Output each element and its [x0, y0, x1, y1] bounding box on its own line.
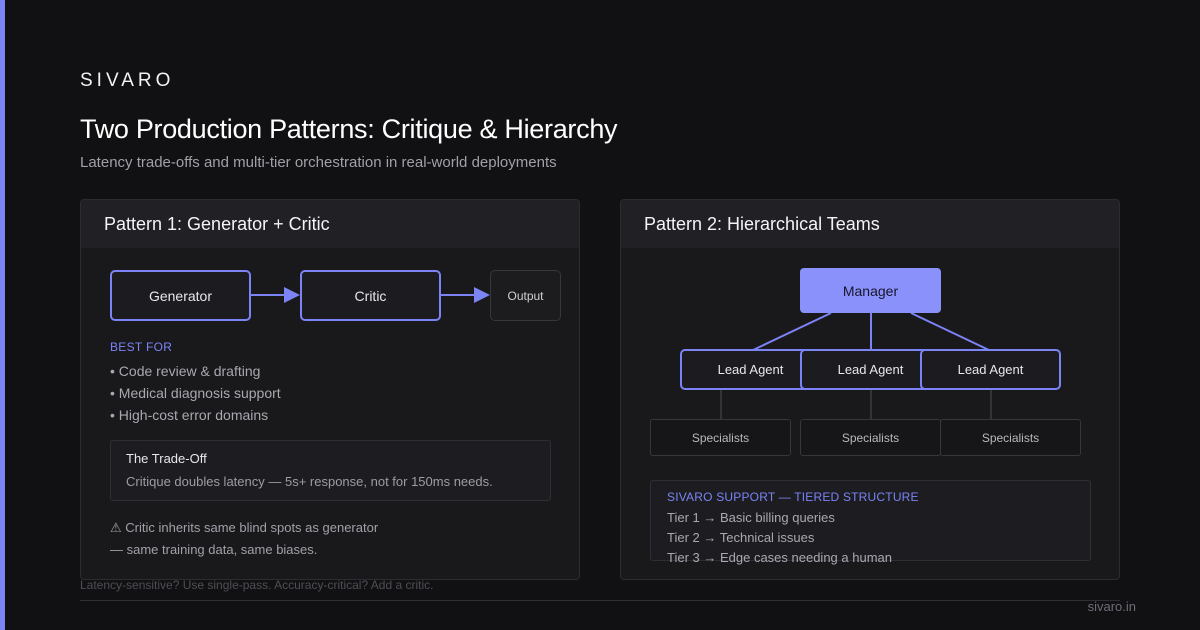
- footer-note: Latency-sensitive? Use single-pass. Accu…: [80, 578, 434, 592]
- manager-node: Manager: [800, 268, 941, 313]
- list-item: • Code review & drafting: [110, 363, 261, 379]
- pattern1-heading: Pattern 1: Generator + Critic: [81, 200, 579, 248]
- warning-line: — same training data, same biases.: [110, 542, 318, 557]
- warning-note: ⚠ Critic inherits same blind spots as ge…: [110, 517, 378, 561]
- brand-logo: SIVARO: [80, 70, 175, 91]
- output-node: Output: [490, 270, 561, 321]
- best-for-list: • Code review & drafting • Medical diagn…: [110, 360, 281, 426]
- site-link[interactable]: sivaro.in: [1088, 599, 1136, 614]
- specialists-node: Specialists: [940, 419, 1081, 456]
- pattern1-panel: Pattern 1: Generator + Critic Generator …: [80, 199, 580, 580]
- support-title: SIVARO SUPPORT — TIERED STRUCTURE: [667, 490, 919, 504]
- critic-node: Critic: [300, 270, 441, 321]
- list-item: • Medical diagnosis support: [110, 385, 281, 401]
- lead-agent-node: Lead Agent: [920, 349, 1061, 390]
- list-item: • High-cost error domains: [110, 407, 269, 423]
- best-for-label: BEST FOR: [110, 340, 173, 354]
- tradeoff-card: The Trade-Off Critique doubles latency —…: [110, 440, 551, 501]
- tier-item: Tier 1 → Basic billing queries: [667, 510, 835, 525]
- tier-item: Tier 2 → Technical issues: [667, 530, 815, 545]
- accent-bar: [0, 0, 5, 630]
- tier-item: Tier 3 → Edge cases needing a human: [667, 550, 892, 565]
- page-title: Two Production Patterns: Critique & Hier…: [80, 114, 618, 144]
- support-structure-card: SIVARO SUPPORT — TIERED STRUCTURE Tier 1…: [650, 480, 1091, 565]
- footer-divider: [80, 600, 1120, 601]
- pattern2-panel: Pattern 2: Hierarchical Teams Manager Le…: [620, 199, 1120, 580]
- page-subtitle: Latency trade-offs and multi-tier orches…: [80, 154, 557, 171]
- specialists-node: Specialists: [800, 419, 941, 456]
- tradeoff-text: Critique doubles latency — 5s+ response,…: [126, 474, 493, 489]
- generator-node: Generator: [110, 270, 251, 321]
- specialists-node: Specialists: [650, 419, 791, 456]
- connector-manager-lead-1: [750, 312, 832, 352]
- warning-line: ⚠ Critic inherits same blind spots as ge…: [110, 520, 379, 535]
- pattern2-heading: Pattern 2: Hierarchical Teams: [621, 200, 1119, 248]
- tier-list: Tier 1 → Basic billing queries Tier 2 → …: [667, 508, 1074, 568]
- tradeoff-title: The Trade-Off: [126, 451, 207, 466]
- connector-manager-lead-3: [910, 312, 992, 352]
